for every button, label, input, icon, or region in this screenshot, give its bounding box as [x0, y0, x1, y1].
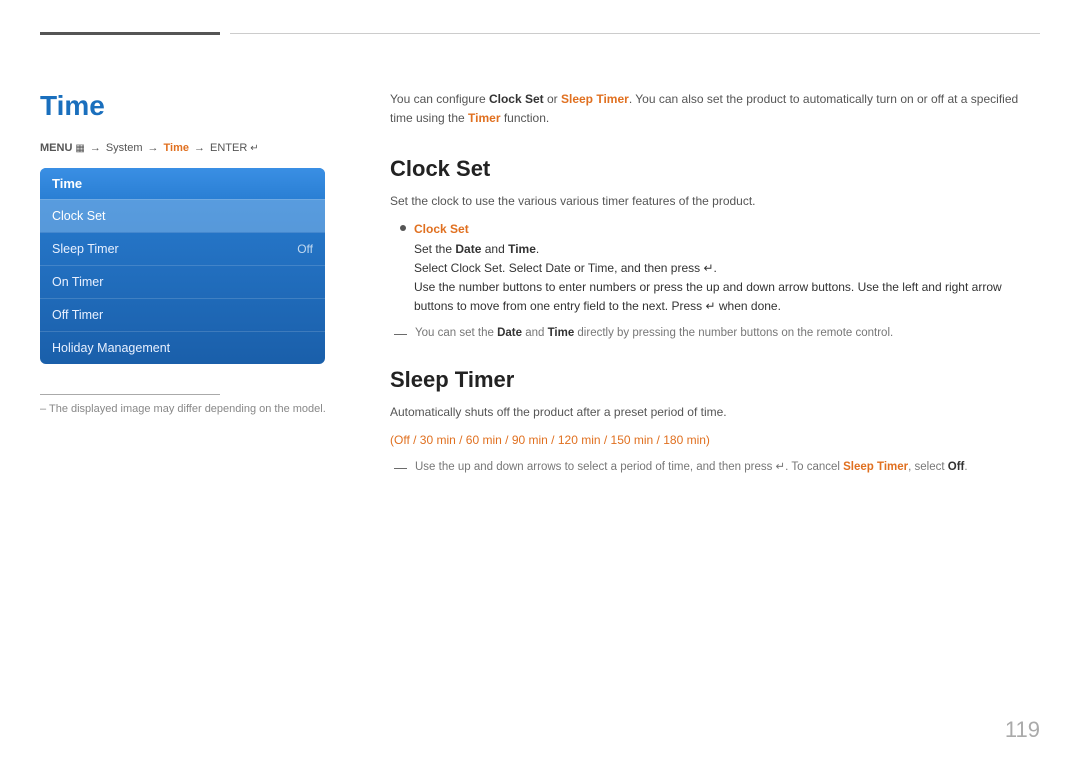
sleep-note-sleep-timer: Sleep Timer [843, 461, 908, 473]
note-dash: — [394, 324, 407, 345]
clock-set-note-item: — You can set the Date and Time directly… [394, 324, 1040, 345]
menu-path: MENU ▦ → System → Time → ENTER ↵ [40, 142, 350, 154]
sidebar-item-on-timer-label: On Timer [52, 275, 103, 289]
clock-set-date: Date [455, 242, 481, 256]
intro-text: You can configure Clock Set or Sleep Tim… [390, 90, 1040, 128]
clock-set-description: Set the clock to use the various various… [390, 192, 1040, 210]
clock-set-and: and [481, 242, 508, 256]
left-note-text: – The displayed image may differ dependi… [40, 403, 350, 415]
enter-label: ENTER [210, 142, 247, 154]
sleep-note-off: Off [948, 461, 965, 473]
left-note-divider [40, 394, 220, 395]
sidebar-header: Time [40, 168, 325, 199]
menu-icon: ▦ [75, 143, 84, 154]
enter-icon: ↵ [250, 143, 258, 154]
page-title: Time [40, 90, 350, 122]
intro-part2: or [544, 92, 561, 106]
page-container: Time MENU ▦ → System → Time → ENTER ↵ Ti… [0, 0, 1080, 763]
clock-set-note-text: You can set the Date and Time directly b… [415, 324, 893, 342]
right-panel: You can configure Clock Set or Sleep Tim… [390, 90, 1040, 479]
clock-set-bullet-label: Clock Set [414, 222, 469, 236]
sidebar-item-sleep-timer-value: Off [297, 242, 313, 256]
arrow2: → [148, 142, 159, 154]
sidebar-item-sleep-timer[interactable]: Sleep Timer Off [40, 232, 325, 265]
arrow1: → [90, 142, 101, 154]
system-label: System [106, 142, 143, 154]
page-number: 119 [1005, 717, 1040, 743]
sleep-timer-note-item: — Use the up and down arrows to select a… [394, 458, 1040, 479]
clock-set-bullet-text: Clock Set Set the Date and Time. Select … [414, 220, 1040, 316]
sidebar-item-holiday-mgmt-label: Holiday Management [52, 341, 170, 355]
clock-set-sub2: Select Clock Set. Select Date or Time, a… [414, 261, 717, 275]
sidebar-item-clock-set[interactable]: Clock Set [40, 199, 325, 232]
left-note-dash: – [40, 403, 49, 415]
sidebar-item-off-timer[interactable]: Off Timer [40, 298, 325, 331]
intro-clock-set: Clock Set [489, 92, 544, 106]
sidebar-item-sleep-timer-label: Sleep Timer [52, 242, 119, 256]
clock-set-title: Clock Set [390, 156, 1040, 182]
clock-set-sub1a: Set the [414, 242, 455, 256]
sleep-note-part2: , select [908, 461, 948, 473]
sidebar-menu: Time Clock Set Sleep Timer Off On Timer … [40, 168, 325, 364]
sidebar-item-holiday-mgmt[interactable]: Holiday Management [40, 331, 325, 364]
time-label: Time [164, 142, 189, 154]
sleep-note-dash: — [394, 458, 407, 479]
intro-part4: function. [501, 111, 550, 125]
sleep-timer-note-text: Use the up and down arrows to select a p… [415, 458, 968, 476]
divider-dark [40, 32, 220, 35]
bullet-dot [400, 225, 406, 231]
intro-sleep-timer: Sleep Timer [561, 92, 629, 106]
sleep-timer-options: (Off / 30 min / 60 min / 90 min / 120 mi… [390, 431, 1040, 450]
clock-set-sub1-end: . [536, 242, 539, 256]
top-dividers [0, 0, 1080, 35]
clock-set-bullet: Clock Set Set the Date and Time. Select … [400, 220, 1040, 316]
clock-set-time: Time [508, 242, 536, 256]
intro-part1: You can configure [390, 92, 489, 106]
sleep-note-part1: Use the up and down arrows to select a p… [415, 461, 843, 473]
sidebar-item-off-timer-label: Off Timer [52, 308, 103, 322]
sleep-note-part3: . [964, 461, 967, 473]
arrow3: → [194, 142, 205, 154]
sleep-timer-description: Automatically shuts off the product afte… [390, 403, 1040, 421]
left-note-content: The displayed image may differ depending… [49, 403, 326, 415]
divider-light [230, 33, 1040, 34]
intro-timer: Timer [468, 111, 500, 125]
sidebar-item-clock-set-label: Clock Set [52, 209, 106, 223]
menu-label: MENU [40, 142, 72, 154]
sidebar-item-on-timer[interactable]: On Timer [40, 265, 325, 298]
sleep-timer-title: Sleep Timer [390, 367, 1040, 393]
left-panel: Time MENU ▦ → System → Time → ENTER ↵ Ti… [40, 90, 350, 415]
left-note: – The displayed image may differ dependi… [40, 394, 350, 415]
clock-set-sub3: Use the number buttons to enter numbers … [414, 280, 1002, 313]
